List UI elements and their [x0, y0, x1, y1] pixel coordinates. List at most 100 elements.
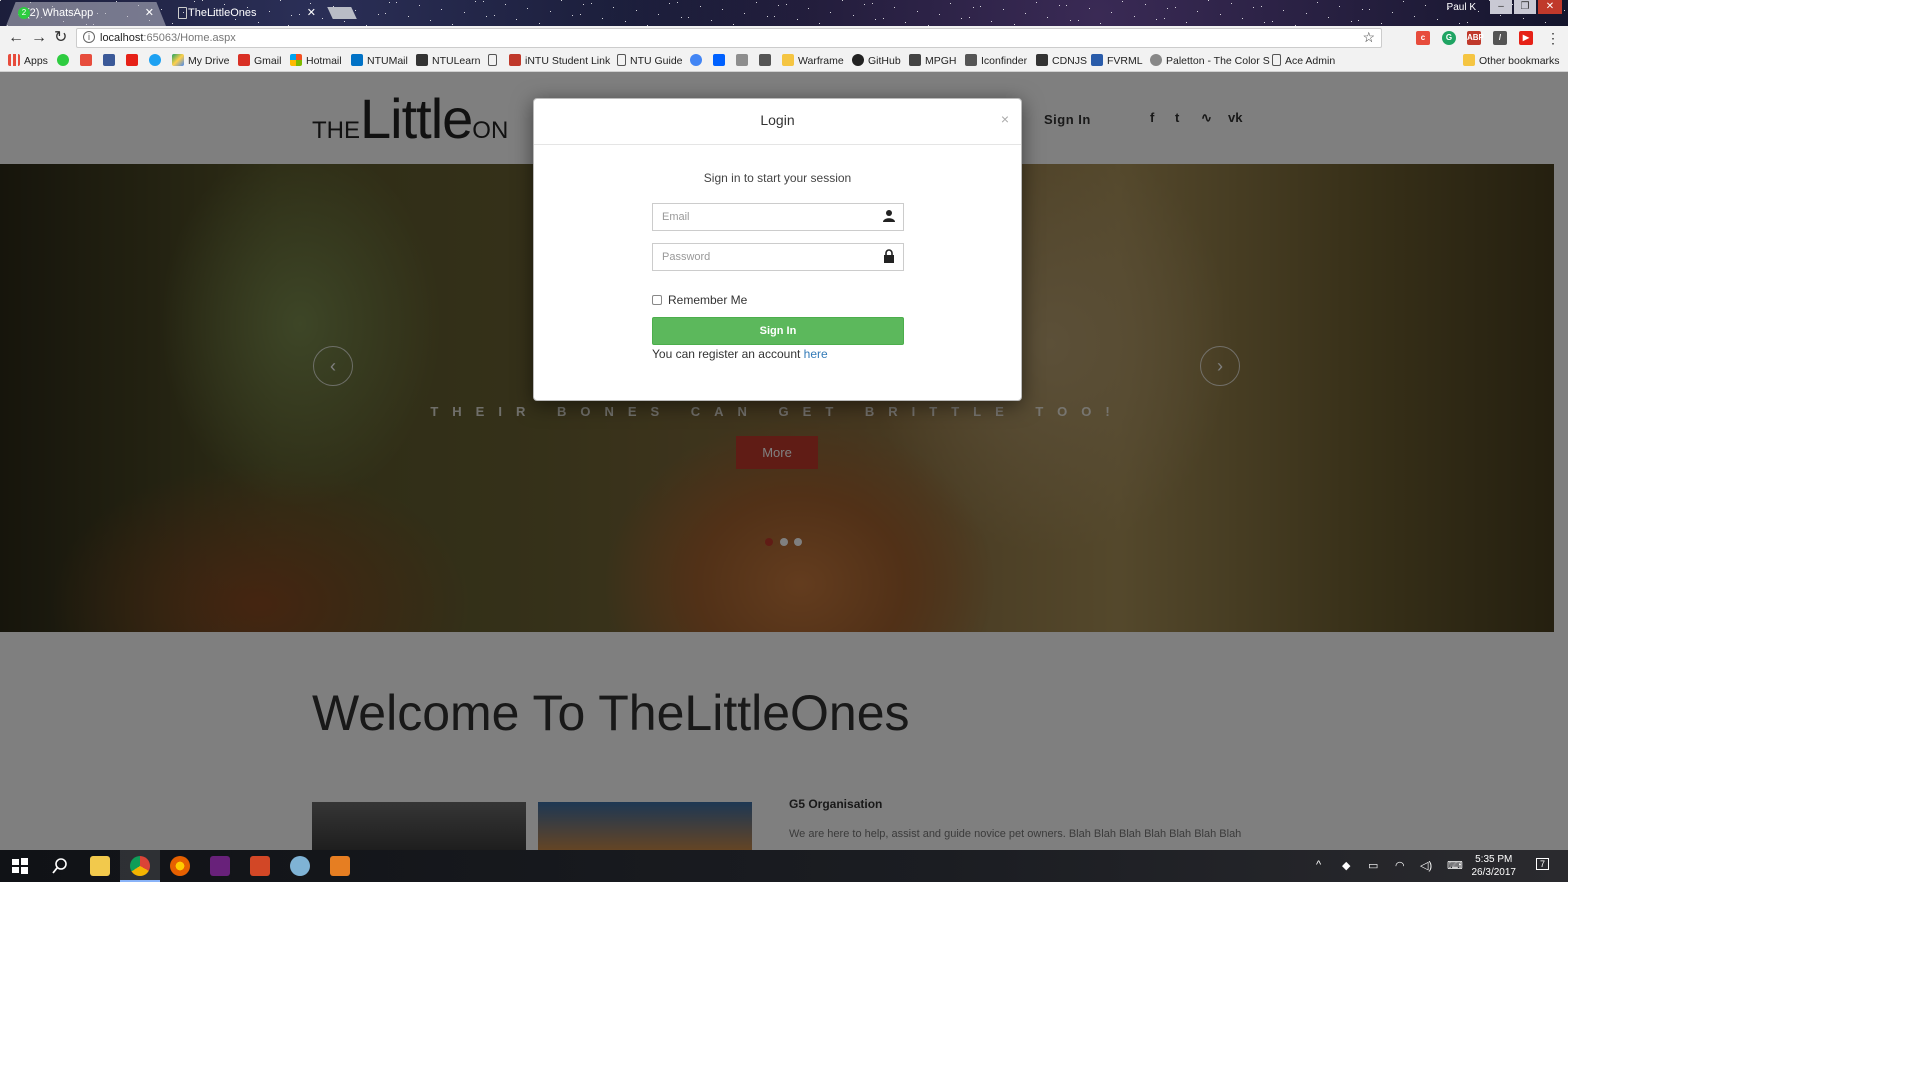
- close-icon[interactable]: ×: [1001, 111, 1009, 127]
- file-explorer-icon[interactable]: [90, 856, 110, 876]
- bookmark-hotmail[interactable]: Hotmail: [290, 54, 342, 67]
- close-tab-icon[interactable]: ✕: [307, 2, 316, 24]
- visual-studio-icon[interactable]: [210, 856, 230, 876]
- star-decoration: [1437, 19, 1438, 20]
- bookmark-page[interactable]: [488, 54, 501, 67]
- star-decoration: [883, 18, 884, 19]
- star-decoration: [161, 9, 162, 10]
- star-decoration: [385, 13, 386, 14]
- tab-whatsapp[interactable]: 2 (2) WhatsApp ✕: [6, 2, 166, 26]
- extension-icon[interactable]: c: [1416, 31, 1430, 45]
- grammarly-icon[interactable]: G: [1442, 31, 1456, 45]
- browser-titlebar: 2 (2) WhatsApp ✕ TheLittleOnes ✕ Paul K …: [0, 0, 1568, 26]
- bookmark-google[interactable]: [690, 54, 706, 67]
- github-icon: [852, 54, 864, 66]
- bookmark-gmail[interactable]: Gmail: [238, 54, 281, 67]
- star-decoration: [378, 14, 379, 15]
- star-decoration: [1362, 9, 1363, 10]
- address-bar[interactable]: i localhost:65063/Home.aspx ☆: [76, 28, 1382, 48]
- close-window-button[interactable]: ✕: [1538, 0, 1562, 14]
- menu-icon[interactable]: ⋮: [1546, 29, 1560, 47]
- system-clock[interactable]: 5:35 PM 26/3/2017: [1472, 853, 1517, 879]
- bookmark-ace-admin[interactable]: Ace Admin: [1272, 54, 1335, 67]
- bookmark-fvrml[interactable]: FVRML: [1091, 54, 1143, 67]
- intu-icon: [509, 54, 521, 66]
- bookmark-shield[interactable]: [736, 54, 752, 67]
- bookmark-other[interactable]: Other bookmarks: [1463, 54, 1560, 67]
- bookmark-whatsapp[interactable]: [57, 54, 73, 67]
- bookmark-ntu-guide[interactable]: NTU Guide: [617, 54, 683, 67]
- bookmark-youtube[interactable]: [126, 54, 142, 67]
- firefox-icon[interactable]: [170, 856, 190, 876]
- chrome-icon[interactable]: [130, 856, 150, 876]
- bookmark-iconfinder[interactable]: Iconfinder: [965, 54, 1027, 67]
- star-decoration: [1425, 5, 1426, 6]
- windows-icon: [290, 54, 302, 66]
- star-decoration: [625, 21, 626, 22]
- register-link[interactable]: here: [804, 347, 828, 361]
- bookmark-mpgh[interactable]: MPGH: [909, 54, 957, 67]
- remember-me-checkbox[interactable]: Remember Me: [652, 293, 747, 307]
- bookmark-x[interactable]: [80, 54, 96, 67]
- bookmark-intu-student-link[interactable]: iNTU Student Link: [509, 54, 610, 67]
- email-field[interactable]: Email: [652, 203, 904, 231]
- blackboard-icon: [416, 54, 428, 66]
- star-decoration: [561, 0, 562, 1]
- sign-in-button[interactable]: Sign In: [652, 317, 904, 345]
- wifi-icon[interactable]: ◠: [1395, 859, 1405, 872]
- star-decoration: [591, 3, 592, 4]
- star-decoration: [355, 10, 356, 11]
- whatsapp-icon: [57, 54, 69, 66]
- back-icon[interactable]: ←: [8, 29, 24, 47]
- notification-icon[interactable]: 7: [1536, 858, 1550, 870]
- bookmark-cdnjs[interactable]: CDNJS: [1036, 54, 1087, 67]
- bookmark-warframe[interactable]: Warframe: [782, 54, 844, 67]
- star-decoration: [475, 1, 476, 2]
- bookmark-my-drive[interactable]: My Drive: [172, 54, 229, 67]
- checkbox[interactable]: [652, 295, 662, 305]
- tab-thelittleones[interactable]: TheLittleOnes ✕: [168, 2, 328, 26]
- star-decoration: [1167, 8, 1168, 9]
- new-tab-button[interactable]: [327, 7, 357, 19]
- dropbox-tray-icon[interactable]: ◆: [1342, 859, 1350, 872]
- keyboard-icon[interactable]: ⌨: [1447, 859, 1463, 872]
- star-decoration: [808, 8, 809, 9]
- bookmark-ntulearn[interactable]: NTULearn: [416, 54, 480, 67]
- star-decoration: [700, 6, 701, 7]
- windows-start-icon[interactable]: [10, 856, 30, 876]
- star-decoration: [872, 3, 873, 4]
- bookmark-twitter[interactable]: [149, 54, 165, 67]
- info-icon[interactable]: i: [83, 31, 95, 43]
- page-icon: [617, 54, 626, 66]
- battery-icon[interactable]: ▭: [1368, 859, 1378, 872]
- adblock-icon[interactable]: ABP: [1467, 31, 1484, 45]
- paint-icon[interactable]: [290, 856, 310, 876]
- star-decoration: [464, 12, 465, 13]
- youtube-extension-icon[interactable]: ▶: [1519, 31, 1533, 45]
- pen-icon[interactable]: /: [1493, 31, 1507, 45]
- tab-label: TheLittleOnes: [188, 7, 257, 19]
- bookmark-facebook[interactable]: [103, 54, 119, 67]
- bookmark-star-icon[interactable]: ☆: [1362, 29, 1375, 46]
- powerpoint-icon[interactable]: [250, 856, 270, 876]
- bookmark-monitor[interactable]: [759, 54, 775, 67]
- reload-icon[interactable]: ↻: [54, 29, 67, 47]
- bookmark-paletton[interactable]: Paletton - The Color S: [1150, 54, 1270, 67]
- search-icon[interactable]: [50, 856, 70, 876]
- app-icon[interactable]: [330, 856, 350, 876]
- minimize-button[interactable]: –: [1490, 0, 1512, 14]
- close-tab-icon[interactable]: ✕: [145, 2, 154, 24]
- restore-button[interactable]: ❐: [1514, 0, 1536, 14]
- forward-icon[interactable]: →: [31, 29, 47, 47]
- bookmark-ntumail[interactable]: NTUMail: [351, 54, 408, 67]
- bookmark-apps[interactable]: Apps: [8, 54, 48, 67]
- star-decoration: [1512, 4, 1513, 5]
- chevron-up-icon[interactable]: ^: [1316, 859, 1321, 871]
- star-decoration: [1186, 22, 1187, 23]
- star-decoration: [194, 1, 195, 2]
- volume-icon[interactable]: ◁): [1420, 859, 1432, 872]
- profile-name[interactable]: Paul K: [1447, 2, 1476, 13]
- password-field[interactable]: Password: [652, 243, 904, 271]
- bookmark-dropbox[interactable]: [713, 54, 729, 67]
- bookmark-github[interactable]: GitHub: [852, 54, 901, 67]
